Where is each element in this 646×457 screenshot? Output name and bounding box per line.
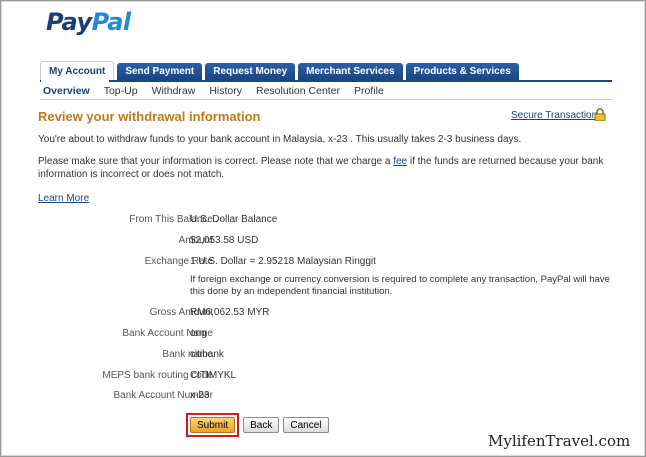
detail-value: RM6,062.53 MYR bbox=[190, 307, 270, 318]
tab-merchant-services[interactable]: Merchant Services bbox=[298, 63, 403, 80]
action-buttons: Submit Back Cancel bbox=[186, 413, 329, 437]
detail-value: 1 U.S. Dollar = 2.95218 Malaysian Ringgi… bbox=[190, 256, 376, 267]
submit-highlight: Submit bbox=[186, 413, 240, 437]
detail-value: citibank bbox=[190, 349, 224, 360]
subnav-resolution-center[interactable]: Resolution Center bbox=[249, 85, 347, 97]
tab-products-services[interactable]: Products & Services bbox=[405, 63, 519, 80]
watermark: MylifenTravel.com bbox=[488, 432, 631, 450]
cancel-button[interactable]: Cancel bbox=[283, 417, 329, 433]
conversion-note: If foreign exchange or currency conversi… bbox=[190, 274, 610, 297]
fee-link[interactable]: fee bbox=[393, 156, 407, 167]
verify-text-start: Please make sure that your information i… bbox=[38, 156, 394, 167]
tab-send-payment[interactable]: Send Payment bbox=[117, 63, 203, 80]
main-tabs: My Account Send Payment Request Money Me… bbox=[40, 61, 519, 80]
subnav-withdraw[interactable]: Withdraw bbox=[145, 85, 203, 97]
paypal-logo[interactable]: PayPal bbox=[46, 8, 131, 36]
subnav-overview[interactable]: Overview bbox=[40, 85, 97, 97]
lock-icon bbox=[594, 108, 606, 121]
detail-value: CITIMYKL bbox=[190, 370, 237, 381]
submit-button[interactable]: Submit bbox=[190, 417, 236, 433]
subnav-top-up[interactable]: Top-Up bbox=[97, 85, 145, 97]
verify-text: Please make sure that your information i… bbox=[38, 155, 613, 181]
tab-request-money[interactable]: Request Money bbox=[205, 63, 296, 80]
tab-my-account[interactable]: My Account bbox=[40, 61, 115, 80]
sub-navigation: Overview Top-Up Withdraw History Resolut… bbox=[40, 82, 612, 100]
learn-more-link[interactable]: Learn More bbox=[38, 193, 89, 204]
detail-value: ong bbox=[190, 328, 207, 339]
intro-text: You're about to withdraw funds to your b… bbox=[38, 134, 522, 145]
subnav-profile[interactable]: Profile bbox=[347, 85, 391, 97]
detail-value: U.S. Dollar Balance bbox=[190, 214, 278, 225]
detail-value: $2,053.58 USD bbox=[190, 235, 259, 246]
subnav-history[interactable]: History bbox=[202, 85, 249, 97]
detail-value: x-23 bbox=[190, 390, 210, 401]
back-button[interactable]: Back bbox=[243, 417, 280, 433]
page-title: Review your withdrawal information bbox=[38, 109, 261, 124]
secure-transaction-link[interactable]: Secure Transaction bbox=[511, 110, 597, 121]
